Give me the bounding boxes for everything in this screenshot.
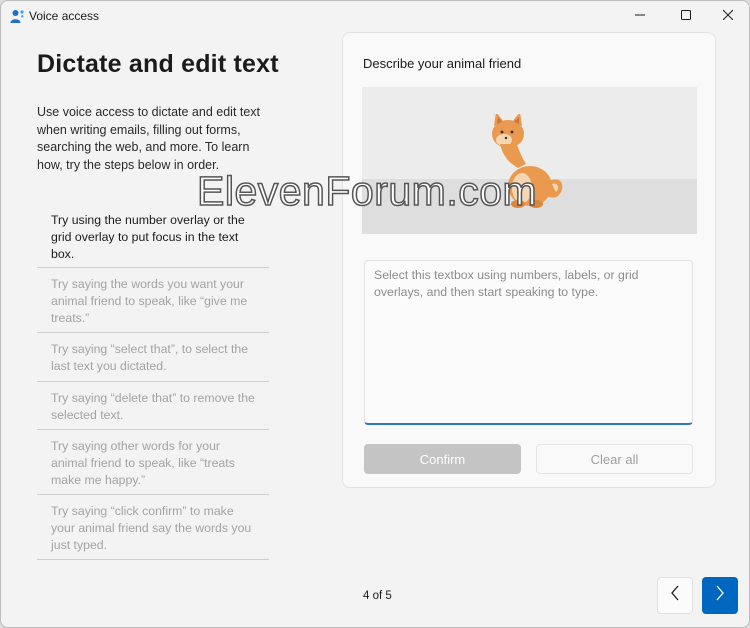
maximize-icon: [681, 7, 691, 25]
card-title: Describe your animal friend: [363, 56, 522, 71]
step-progress: 4 of 5: [363, 590, 392, 602]
maximize-button[interactable]: [663, 1, 709, 31]
chevron-left-icon: [670, 585, 680, 606]
title-bar: Voice access: [1, 1, 749, 31]
step-item-1: Try using the number overlay or the grid…: [37, 209, 269, 268]
step-item-6: Try saying “click confirm” to make your …: [37, 495, 269, 560]
step-item-2: Try saying the words you want your anima…: [37, 268, 269, 333]
page-title: Dictate and edit text: [37, 50, 279, 78]
previous-button[interactable]: [657, 577, 693, 614]
step-item-3: Try saying “select that”, to select the …: [37, 333, 269, 382]
clear-all-button[interactable]: Clear all: [536, 444, 693, 474]
confirm-button[interactable]: Confirm: [364, 444, 521, 474]
window-title: Voice access: [29, 9, 100, 23]
minimize-button[interactable]: [617, 1, 663, 31]
close-button[interactable]: [705, 1, 749, 31]
step-item-5: Try saying other words for your animal f…: [37, 430, 269, 495]
minimize-icon: [635, 7, 645, 25]
watermark-text: ElevenForum.com: [196, 167, 538, 215]
voice-access-icon: [9, 8, 25, 24]
voice-access-window: Voice access Dictate and edit text Use v…: [0, 0, 750, 628]
chevron-right-icon: [715, 585, 725, 606]
step-list: Try using the number overlay or the grid…: [37, 209, 269, 560]
close-icon: [722, 7, 734, 25]
practice-card: Describe your animal friend Select this …: [342, 32, 716, 488]
dictation-textbox[interactable]: Select this textbox using numbers, label…: [364, 260, 693, 425]
next-button[interactable]: [702, 577, 738, 614]
step-item-4: Try saying “delete that” to remove the s…: [37, 382, 269, 430]
intro-text: Use voice access to dictate and edit tex…: [37, 105, 261, 172]
